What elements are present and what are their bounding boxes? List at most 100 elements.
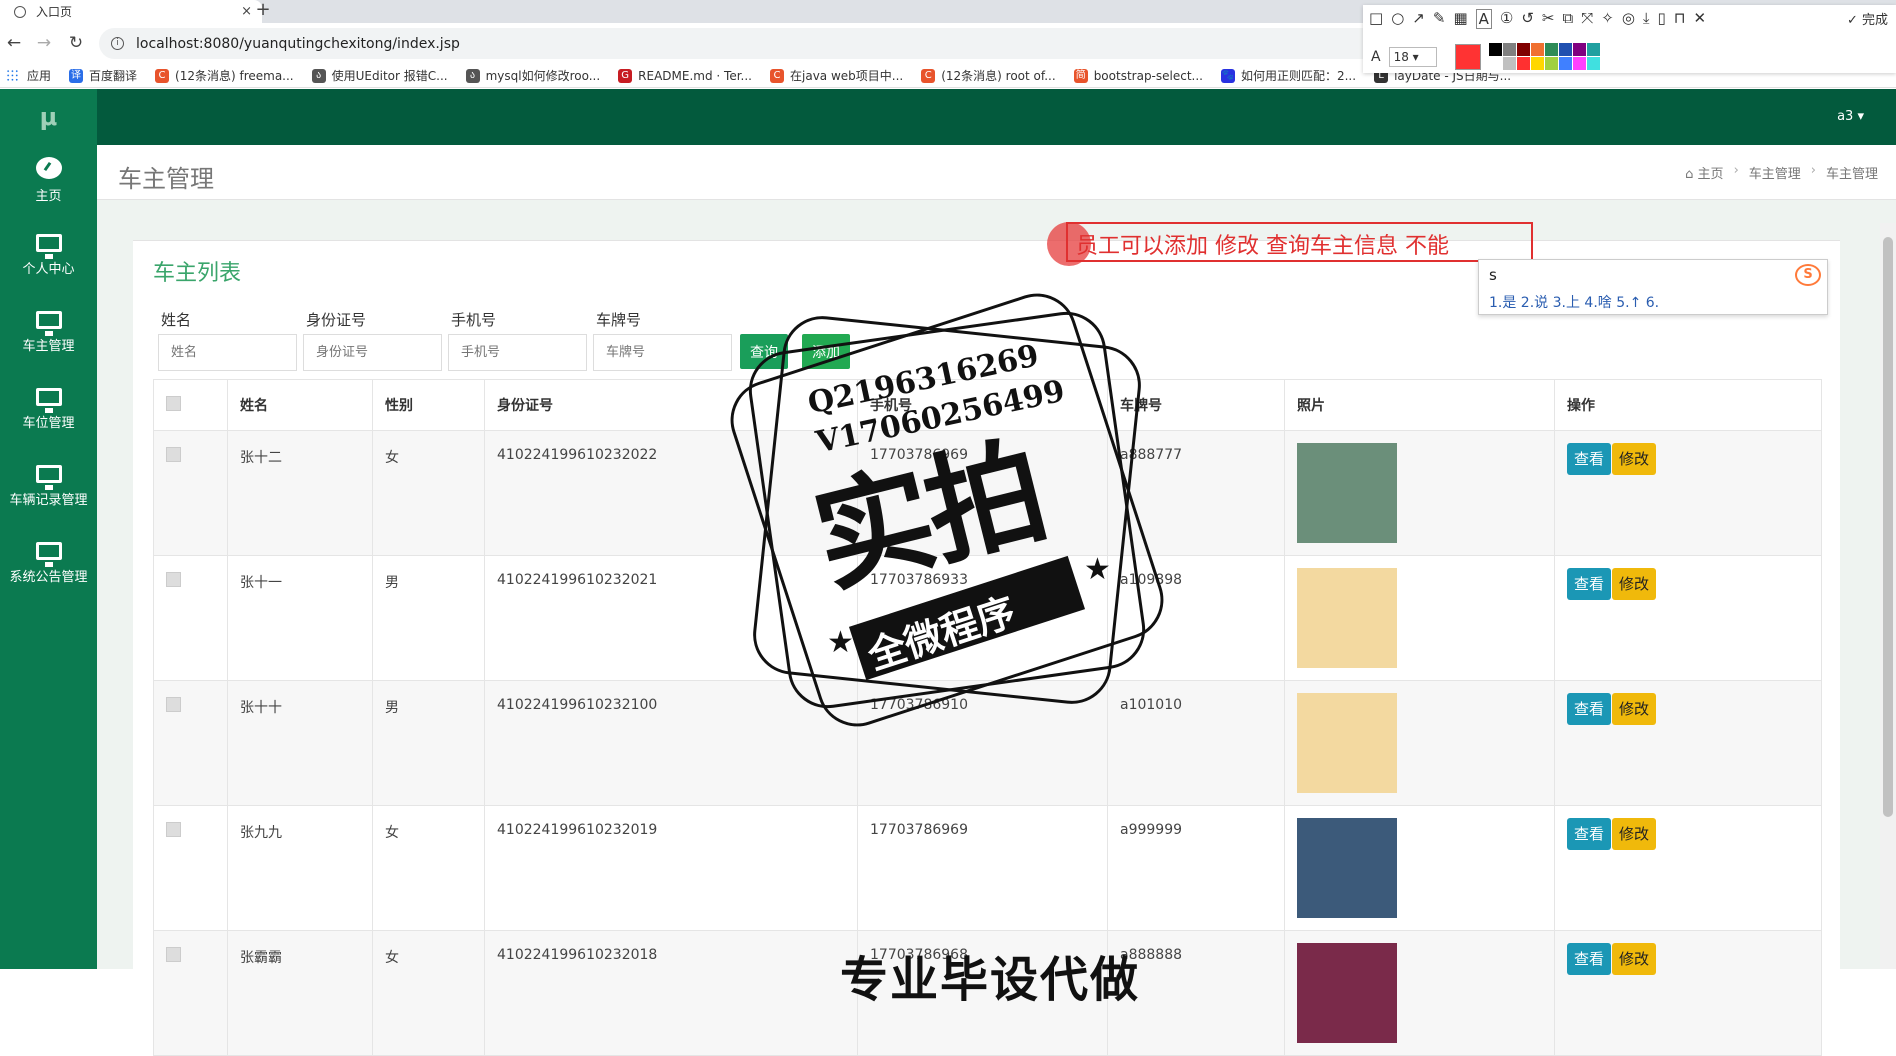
palette-swatch[interactable] [1544,57,1558,70]
bookmark-item[interactable]: C 在java web项目中... [770,67,903,84]
sidebar-item[interactable]: 车主管理 [0,299,97,369]
breadcrumb-level1[interactable]: 车主管理 [1749,163,1801,182]
bookmark-item[interactable]: C (12条消息) root of... [921,67,1056,84]
row-checkbox[interactable] [166,697,181,712]
sidebar-item[interactable]: 车位管理 [0,376,97,446]
edit-button[interactable]: 修改 [1612,443,1657,475]
back-icon[interactable]: ← [2,31,26,55]
text-options: A 18 ▾ [1371,43,1600,70]
ellipse-tool-icon[interactable]: ○ [1391,9,1404,29]
pin-icon[interactable]: ✂ [1542,9,1555,29]
arrow-tool-icon[interactable]: ↗ [1412,9,1425,29]
cell-actions: 查看 修改 [1554,555,1822,681]
view-button[interactable]: 查看 [1567,443,1612,475]
palette-swatch[interactable] [1586,57,1600,70]
monitor-icon [35,542,62,567]
bookmark-item[interactable]: 简 bootstrap-select... [1073,68,1203,83]
bookmark-item[interactable]: 译百度翻译 [69,67,137,84]
view-button[interactable]: 查看 [1567,818,1612,850]
url-field[interactable]: i localhost:8080/yuanqutingchexitong/ind… [99,28,1379,59]
view-button[interactable]: 查看 [1567,943,1612,975]
palette-swatch[interactable] [1502,43,1516,56]
bookmark-item[interactable]: ა mysql如何修改roo... [465,67,600,84]
download-icon[interactable]: ⤓ [1643,9,1650,29]
palette-swatch[interactable] [1586,43,1600,56]
view-button[interactable]: 查看 [1567,568,1612,600]
column-header: 姓名 [227,379,373,431]
bookmark-item[interactable]: ა 使用UEditor 报错C... [311,67,448,84]
palette-swatch[interactable] [1488,57,1502,70]
bookmark-icon[interactable]: ⊓ [1674,9,1686,29]
phone-icon[interactable]: ▯ [1658,9,1666,29]
cancel-icon[interactable]: ✕ [1694,9,1707,29]
bookmark-item[interactable]: C (12条消息) freema... [155,67,294,84]
edit-button[interactable]: 修改 [1612,568,1657,600]
palette-swatch[interactable] [1516,43,1530,56]
tab-title: 入口页 [36,5,73,19]
palette-swatch[interactable] [1502,57,1516,70]
forward-icon[interactable]: → [32,31,56,55]
user-menu[interactable]: a3 ▾ [1837,109,1864,124]
page-title: 车主管理 [118,165,214,193]
ime-candidates[interactable]: 1.是 2.说 3.上 4.啥 5.↑ 6. [1489,292,1659,312]
edit-button[interactable]: 修改 [1612,693,1657,725]
new-tab-button[interactable]: + [252,0,274,23]
number-tool-icon[interactable]: ① [1500,9,1513,29]
cell-photo [1284,930,1555,1056]
ocr-icon[interactable]: ⧉ [1563,9,1574,29]
select-all-checkbox[interactable] [166,395,181,411]
edit-button[interactable]: 修改 [1612,818,1657,850]
palette-swatch[interactable] [1530,57,1544,70]
view-button[interactable]: 查看 [1567,693,1612,725]
magic-icon[interactable]: ✧ [1601,9,1614,29]
palette-swatch[interactable] [1558,57,1572,70]
annotation-text-box[interactable]: 员工可以添加 修改 查询车主信息 不能 [1066,222,1533,262]
pen-tool-icon[interactable]: ✎ [1433,9,1446,29]
breadcrumb-home[interactable]: ⌂ 主页 [1685,163,1723,182]
row-checkbox[interactable] [166,572,181,587]
palette-swatch[interactable] [1572,57,1586,70]
palette-swatch[interactable] [1530,43,1544,56]
plate-input[interactable] [593,334,732,371]
scrollbar-thumb[interactable] [1883,237,1893,817]
phone-input[interactable] [448,334,587,371]
undo-icon[interactable]: ↺ [1521,9,1534,29]
font-size-select[interactable]: 18 ▾ [1388,46,1437,67]
palette-swatch[interactable] [1558,43,1572,56]
sidebar-item[interactable]: 车辆记录管理 [0,453,97,523]
site-info-icon[interactable]: i [111,37,124,50]
add-button[interactable]: 添加 [802,334,850,369]
bookmark-item[interactable]: 应用 [6,67,51,84]
row-select-cell [153,680,228,806]
edit-button[interactable]: 修改 [1612,943,1657,975]
sidebar-item-label: 主页 [35,189,62,204]
palette-swatch[interactable] [1488,43,1502,56]
sidebar-item[interactable]: 个人中心 [0,222,97,292]
row-checkbox[interactable] [166,822,181,837]
id-number-input[interactable] [303,334,442,371]
mosaic-tool-icon[interactable]: ▦ [1453,9,1467,29]
bookmark-item[interactable]: 🐾 如何用正则匹配：2... [1220,67,1356,84]
record-icon[interactable]: ◎ [1622,9,1635,29]
palette-swatch[interactable] [1516,57,1530,70]
done-button[interactable]: ✓ 完成 [1847,9,1888,28]
search-button[interactable]: 查询 [740,334,788,369]
reload-icon[interactable]: ↻ [64,31,88,55]
sidebar-item[interactable]: 主页 [0,145,97,215]
rectangle-tool-icon[interactable]: □ [1369,9,1383,29]
cell-name: 张霸霸 [227,930,373,1056]
translate-icon[interactable]: ⤧ [1581,9,1593,29]
current-color-swatch[interactable] [1454,43,1481,70]
monitor-icon [35,465,62,490]
text-tool-icon[interactable]: A [1475,9,1492,29]
bookmark-item[interactable]: G README.md · Ter... [618,68,752,83]
palette-swatch[interactable] [1544,43,1558,56]
row-checkbox[interactable] [166,947,181,962]
palette-swatch[interactable] [1572,43,1586,56]
browser-tab[interactable]: 入口页 × [0,0,262,23]
sidebar-item[interactable]: 系统公告管理 [0,530,97,600]
close-tab-icon[interactable]: × [241,4,252,19]
row-checkbox[interactable] [166,447,181,462]
name-input[interactable] [158,334,297,371]
page-scrollbar[interactable] [1880,223,1896,969]
